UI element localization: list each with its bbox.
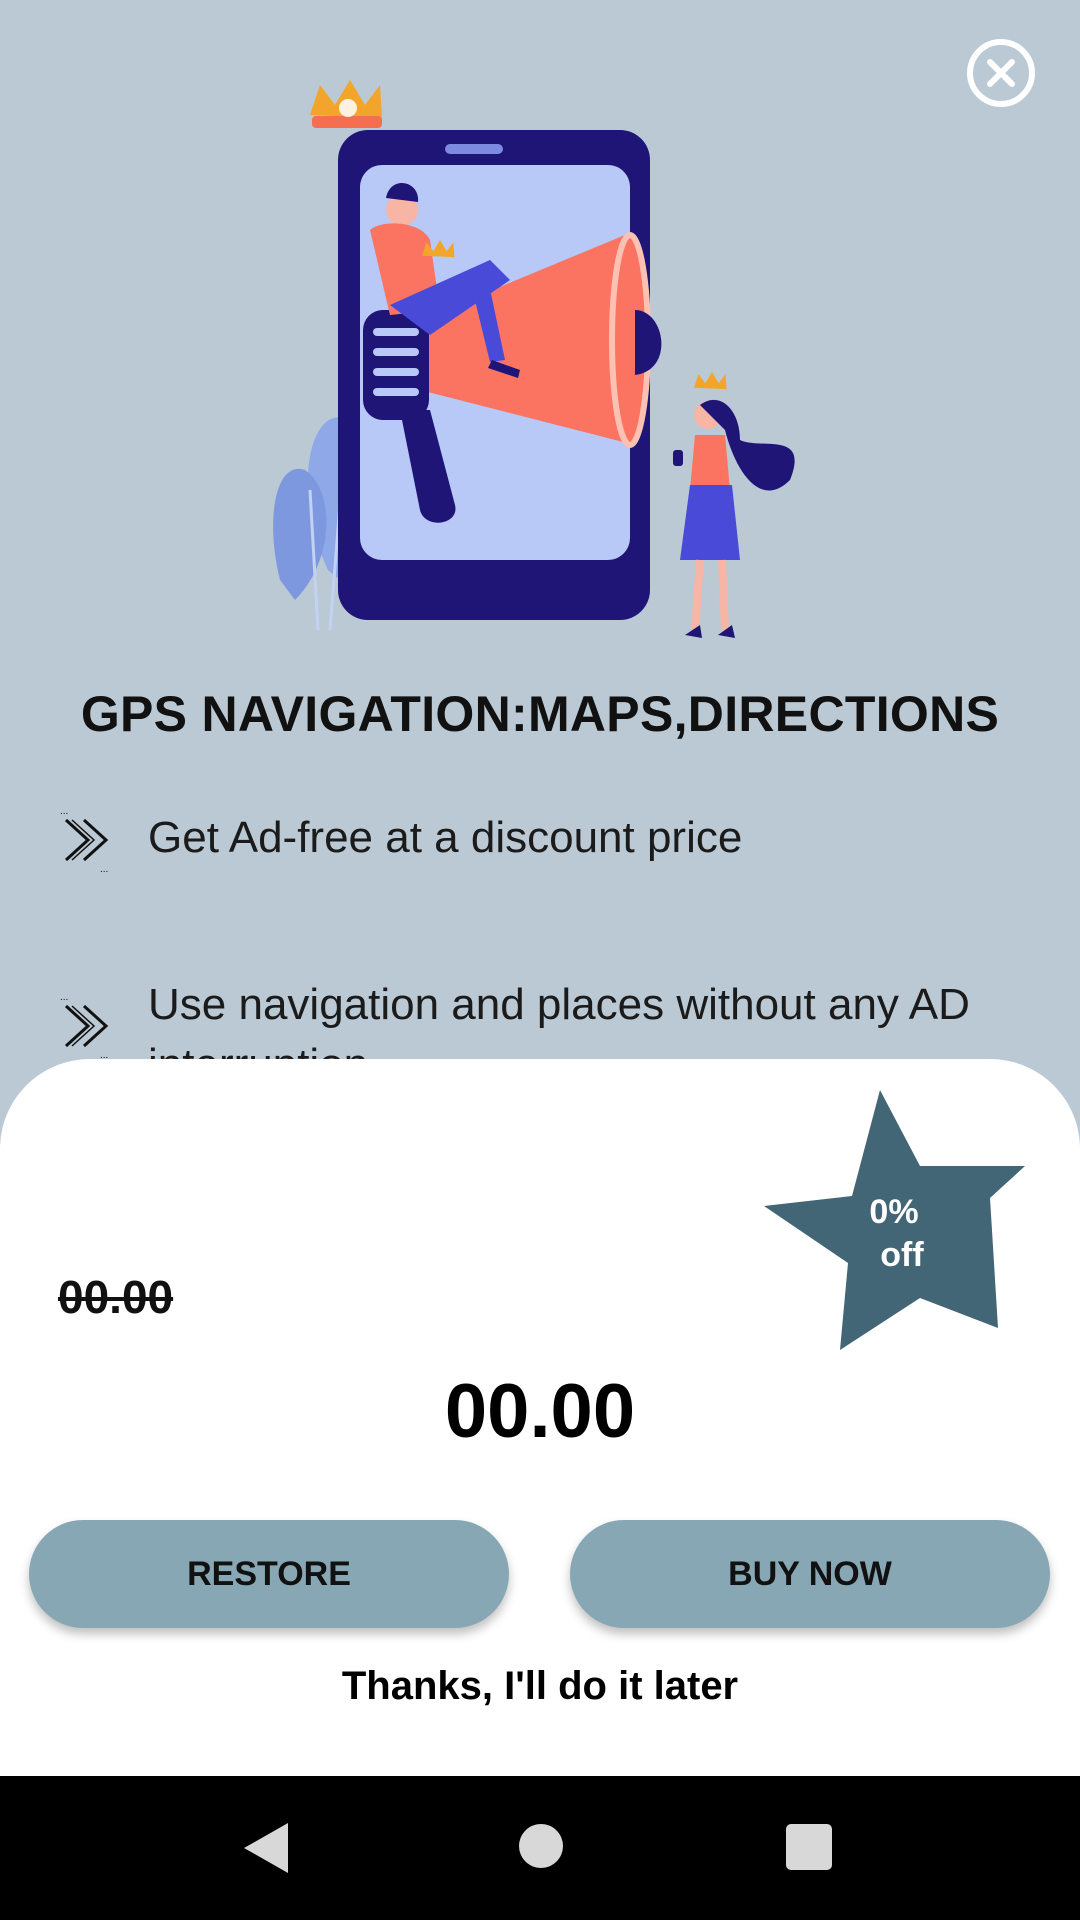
page-title: GPS NAVIGATION:MAPS,DIRECTIONS <box>80 686 1000 742</box>
woman-figure <box>673 372 795 638</box>
recents-icon[interactable] <box>786 1824 832 1870</box>
svg-text:...: ... <box>100 1050 108 1058</box>
crown-top <box>310 80 382 128</box>
original-price: 00.00 <box>58 1271 174 1323</box>
close-button[interactable] <box>967 39 1035 107</box>
plant-leaf-front <box>273 468 327 600</box>
svg-text:...: ... <box>100 864 108 872</box>
feature-text: Use navigation and places without any AD… <box>148 980 970 1059</box>
svg-text:...: ... <box>60 808 68 817</box>
close-icon <box>987 59 1015 87</box>
discounted-price: 00.00 <box>444 1369 636 1454</box>
later-link[interactable]: Thanks, I'll do it later <box>0 1664 1080 1709</box>
home-icon[interactable] <box>516 1821 566 1871</box>
double-chevron-right-icon: ... ... <box>60 994 108 1058</box>
double-chevron-right-icon: ... ... <box>60 808 108 872</box>
discount-percent: 0% <box>869 1193 918 1231</box>
discount-off: off <box>880 1236 924 1274</box>
svg-text:...: ... <box>60 994 68 1003</box>
back-icon[interactable] <box>240 1821 290 1875</box>
buy-now-button[interactable]: BUY NOW <box>570 1520 1050 1628</box>
feature-text: Get Ad-free at a discount price <box>148 813 743 862</box>
system-nav-bar <box>0 1776 1080 1920</box>
discount-star-badge: 0% off <box>764 1090 1025 1350</box>
restore-button[interactable]: RESTORE <box>29 1520 509 1628</box>
hero-illustration <box>273 80 795 638</box>
feature-item: ... ... Use navigation and places withou… <box>60 975 1060 1059</box>
